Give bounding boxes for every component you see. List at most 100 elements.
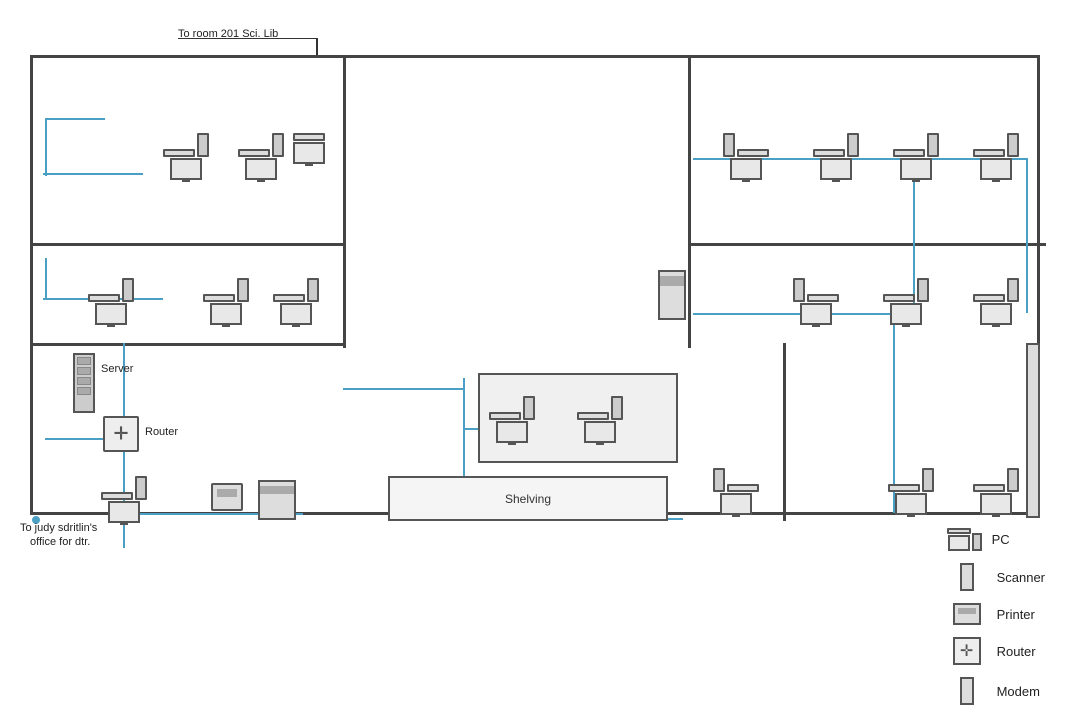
legend-item-scanner: Scanner — [947, 563, 1045, 591]
legend-printer-label: Printer — [997, 607, 1035, 622]
tower — [922, 468, 934, 492]
keyboard — [807, 294, 839, 302]
cable-tl-1 — [43, 173, 143, 175]
keyboard — [727, 484, 759, 492]
keyboard — [893, 149, 925, 157]
cable-lm-2 — [45, 258, 47, 300]
legend-scanner-icon — [960, 563, 974, 591]
monitor — [280, 303, 312, 325]
device-bl-slot — [260, 486, 294, 494]
keyboard — [973, 294, 1005, 302]
rack-unit-1 — [77, 357, 91, 365]
tower — [307, 278, 319, 302]
pc-bl-1 — [101, 476, 147, 523]
cable-center-1 — [343, 388, 463, 390]
keyboard — [489, 412, 521, 420]
legend-pc-label: PC — [992, 532, 1010, 547]
shelving-area: Shelving — [388, 476, 668, 521]
monitor — [293, 142, 325, 164]
annotation-bottom-1: To judy sdritlin's — [20, 522, 97, 534]
tower — [917, 278, 929, 302]
tower — [723, 133, 735, 157]
pc-br-2 — [888, 468, 934, 515]
legend-item-router: ✛ Router — [947, 637, 1045, 665]
keyboard — [813, 149, 845, 157]
legend-item-pc: PC — [947, 528, 1045, 551]
tower — [272, 133, 284, 157]
keyboard — [973, 149, 1005, 157]
pc-tl-2 — [238, 133, 284, 180]
shelving-label: Shelving — [505, 492, 551, 506]
monitor — [895, 493, 927, 515]
legend-scanner-label: Scanner — [997, 570, 1045, 585]
door-top-left — [453, 58, 523, 61]
monitor — [800, 303, 832, 325]
door-top-right — [563, 58, 633, 61]
keyboard — [883, 294, 915, 302]
floorplan: Server ✛ Router — [30, 55, 1040, 515]
server-label: Server — [101, 363, 133, 375]
rack-unit-2 — [77, 367, 91, 375]
monitor — [890, 303, 922, 325]
tower — [611, 396, 623, 420]
keyboard — [577, 412, 609, 420]
device-bl — [258, 480, 296, 520]
server-rack — [73, 353, 95, 413]
pc-tl-3 — [293, 133, 325, 164]
tower — [847, 133, 859, 157]
rack-unit-4 — [77, 387, 91, 395]
tower — [237, 278, 249, 302]
pc-tr-2 — [813, 133, 859, 180]
keyboard — [293, 133, 325, 141]
wall-h-top — [33, 243, 346, 246]
tower — [793, 278, 805, 302]
monitor — [95, 303, 127, 325]
legend-router-icon: ✛ — [953, 637, 981, 665]
legend-monitor — [948, 535, 970, 551]
cable-right-6 — [1026, 158, 1028, 313]
device-center — [658, 270, 686, 320]
pc-desk-1 — [489, 396, 535, 443]
pc-rm-3 — [973, 278, 1019, 325]
legend-modem-icon — [960, 677, 974, 705]
right-panel — [1026, 343, 1040, 518]
wall-v-left-main — [343, 58, 346, 348]
legend-item-printer: Printer — [947, 603, 1045, 625]
tower — [713, 468, 725, 492]
tower — [927, 133, 939, 157]
keyboard — [888, 484, 920, 492]
legend-router-label: Router — [997, 644, 1036, 659]
tower — [523, 396, 535, 420]
router-cross-symbol: ✛ — [113, 424, 128, 445]
tower — [1007, 468, 1019, 492]
pc-desk-2 — [577, 396, 623, 443]
pc-tr-1 — [723, 133, 769, 180]
cable-tl-2 — [45, 118, 47, 176]
tower — [1007, 278, 1019, 302]
monitor — [980, 303, 1012, 325]
router-icon-main: ✛ — [103, 416, 139, 452]
monitor — [730, 158, 762, 180]
monitor — [820, 158, 852, 180]
monitor — [980, 493, 1012, 515]
wall-v-right-top — [688, 58, 691, 348]
monitor — [170, 158, 202, 180]
wall-h-right — [688, 243, 1046, 246]
pc-br-1 — [713, 468, 759, 515]
monitor — [245, 158, 277, 180]
pc-lm-2 — [203, 278, 249, 325]
tower — [122, 278, 134, 302]
device-center-slot — [660, 276, 684, 286]
canvas: To room 201 Sci. Lib To judy sdritlin's … — [0, 0, 1065, 725]
router-label: Router — [145, 426, 178, 438]
cable-tl-3 — [45, 118, 105, 120]
monitor — [584, 421, 616, 443]
wall-h-server — [33, 343, 346, 346]
monitor — [720, 493, 752, 515]
monitor — [900, 158, 932, 180]
keyboard — [973, 484, 1005, 492]
pc-lm-3 — [273, 278, 319, 325]
legend-keyboard — [947, 528, 971, 534]
pc-rm-2 — [883, 278, 929, 325]
legend-item-modem: Modem — [947, 677, 1045, 705]
